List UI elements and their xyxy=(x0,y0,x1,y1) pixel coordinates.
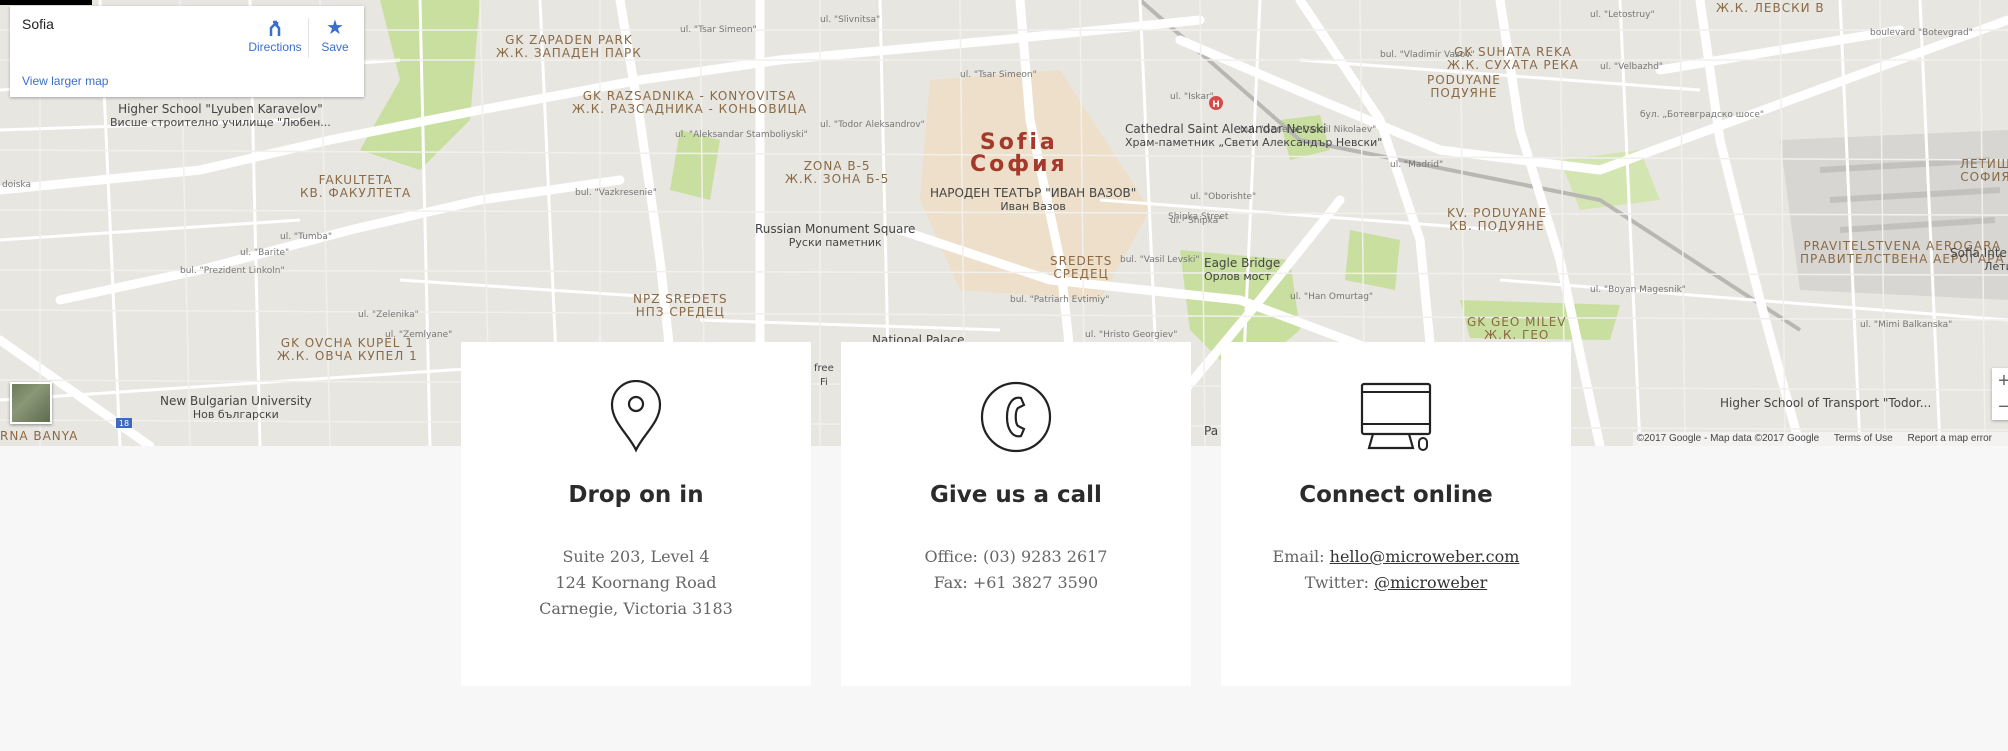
poi-label: Cathedral Saint Alexandar Nevski Храм-пам… xyxy=(1125,122,1383,149)
report-map-error-link[interactable]: Report a map error xyxy=(1908,433,1992,444)
poi-label: Eagle Bridge Орлов мост xyxy=(1204,256,1281,283)
district-label: GK SUHATA REKA Ж.К. СУХАТА РЕКА xyxy=(1447,45,1579,72)
street-label: ul. "Aleksandar Stamboliyski" xyxy=(675,130,808,140)
contact-card-phone: Give us a call Office: (03) 9283 2617 Fa… xyxy=(841,342,1191,686)
street-label: bul. "Patriarh Evtimiy" xyxy=(1010,295,1110,305)
poi-label: НАРОДЕН ТЕАТЪР "ИВАН ВАЗОВ" Иван Вазов xyxy=(930,186,1137,213)
email-row: Email: hello@microweber.com xyxy=(1221,544,1571,570)
street-label: ul. "Velbazhd" xyxy=(1600,62,1664,72)
top-strip xyxy=(0,0,92,5)
email-link[interactable]: hello@microweber.com xyxy=(1330,547,1520,566)
zoom-in-button[interactable]: + xyxy=(1992,368,2008,394)
card-title: Connect online xyxy=(1299,482,1493,508)
street-label: boulevard "Botevgrad" xyxy=(1870,28,1973,38)
district-label: GK GEO MILEV Ж.К. ГЕО xyxy=(1467,315,1567,342)
terms-of-use-link[interactable]: Terms of Use xyxy=(1834,433,1893,444)
street-label: ul. "Mimi Balkanska" xyxy=(1860,320,1953,330)
save-button[interactable]: ★ Save xyxy=(310,16,360,54)
street-label: ul. "Letostruy" xyxy=(1590,10,1655,20)
divider xyxy=(308,18,309,58)
phone-icon xyxy=(979,380,1053,454)
street-label: ul. "Tsar Simeon" xyxy=(680,25,757,35)
directions-label: Directions xyxy=(248,40,302,54)
street-label: ul. "Boyan Magesnik" xyxy=(1590,285,1686,295)
street-label: ul. "Tumba" xyxy=(280,232,333,242)
directions-button[interactable]: Directions xyxy=(240,16,310,54)
map-pin-icon xyxy=(599,379,673,454)
contact-card-address: Drop on in Suite 203, Level 4 124 Koorna… xyxy=(461,342,811,686)
map-attribution: ©2017 Google - Map data ©2017 Google Ter… xyxy=(1632,432,2008,446)
district-label: SREDETS СРЕДЕЦ xyxy=(1050,254,1113,281)
address-line: 124 Koornang Road xyxy=(555,573,717,592)
street-label: bul. "Vasil Levski" xyxy=(1120,255,1200,265)
map-data-credit: ©2017 Google - Map data ©2017 Google xyxy=(1636,433,1820,444)
card-title: Give us a call xyxy=(930,482,1102,508)
poi-label: New Bulgarian University Нов български xyxy=(160,394,312,421)
poi-label: Russian Monument Square Руски паметник xyxy=(755,222,916,249)
street-label: бул. „Ботевградско шосе" xyxy=(1640,110,1765,120)
district-label: Ж.К. ЛЕВСКИ В xyxy=(1716,1,1825,15)
district-label: RNA BANYA xyxy=(0,429,79,443)
map-info-card: Sofia View larger map Directions ★ Save xyxy=(10,6,364,97)
address-line: Suite 203, Level 4 xyxy=(562,547,710,566)
street-label: ul. "Tsar Simeon" xyxy=(960,70,1037,80)
poi-label: Sofia International AirportЛетище София xyxy=(1950,246,2008,273)
street-label: bul. "Prezident Linkoln" xyxy=(180,266,285,276)
district-label: ZONA B-5 Ж.К. ЗОНА Б-5 xyxy=(785,159,890,186)
road-marker: 18 xyxy=(119,419,129,428)
district-label: ЛЕТИЩ СОФИЯ xyxy=(1960,157,2008,184)
street-label: bul. "Vazkresenie" xyxy=(575,188,657,198)
street-label: ul. "Todor Aleksandrov" xyxy=(820,120,925,130)
street-label: ul. "Iskar" xyxy=(1170,92,1214,102)
street-label: ul. "Madrid" xyxy=(1390,160,1444,170)
email-label: Email: xyxy=(1272,547,1325,566)
district-label: GK OVCHA KUPEL 1 Ж.К. ОВЧА КУПЕЛ 1 xyxy=(277,336,418,363)
city-label: Sofia София xyxy=(970,130,1068,177)
district-label: KV. PODUYANE КВ. ПОДУЯНЕ xyxy=(1447,206,1548,233)
card-title: Drop on in xyxy=(568,482,704,508)
district-label: GK RAZSADNIKA - KONYOVITSA Ж.К. РАЗСАДНИК… xyxy=(572,89,808,116)
district-label: GK ZAPADEN PARK Ж.К. ЗАПАДЕН ПАРК xyxy=(496,33,642,60)
poi-label: Pa xyxy=(1204,424,1219,438)
street-label: doiska xyxy=(2,180,31,190)
save-label: Save xyxy=(321,40,349,54)
district-label: PODUYANE ПОДУЯНЕ xyxy=(1427,73,1501,100)
street-label: ul. "Oborishte" xyxy=(1190,192,1257,202)
view-larger-map-link[interactable]: View larger map xyxy=(22,74,108,88)
street-label: ul. "Barite" xyxy=(240,248,290,258)
district-label: FAKULTETA КВ. ФАКУЛТЕТА xyxy=(300,173,412,200)
twitter-label: Twitter: xyxy=(1304,573,1370,592)
satellite-toggle[interactable] xyxy=(10,382,52,424)
directions-icon xyxy=(240,16,310,40)
contact-card-online: Connect online Email: hello@microweber.c… xyxy=(1221,342,1571,686)
address-line: Carnegie, Victoria 3183 xyxy=(539,599,733,618)
twitter-row: Twitter: @microweber xyxy=(1221,570,1571,596)
fax-number: Fax: +61 3827 3590 xyxy=(933,573,1099,592)
street-label: ul. "Hristo Georgiev" xyxy=(1085,330,1178,340)
poi-label: Shipka Street xyxy=(1168,212,1229,222)
zoom-out-button[interactable]: − xyxy=(1992,394,2008,420)
poi-label: Higher School "Lyuben Karavelov" Висше ст… xyxy=(110,102,331,129)
district-label: NPZ SREDETS НПЗ СРЕДЕЦ xyxy=(633,292,728,319)
street-label: ul. "Han Omurtag" xyxy=(1290,292,1374,302)
street-label: ul. "Slivnitsa" xyxy=(820,15,881,25)
star-icon: ★ xyxy=(326,17,344,39)
place-title: Sofia xyxy=(22,16,54,32)
poi-label: Higher School of Transport "Todor... xyxy=(1720,396,1932,410)
computer-icon xyxy=(1359,380,1433,454)
office-phone: Office: (03) 9283 2617 xyxy=(924,547,1108,566)
zoom-control: + − xyxy=(1992,368,2008,420)
twitter-link[interactable]: @microweber xyxy=(1374,573,1487,592)
street-label: ul. "Zelenika" xyxy=(358,310,419,320)
poi-label: free Fi xyxy=(814,363,834,388)
